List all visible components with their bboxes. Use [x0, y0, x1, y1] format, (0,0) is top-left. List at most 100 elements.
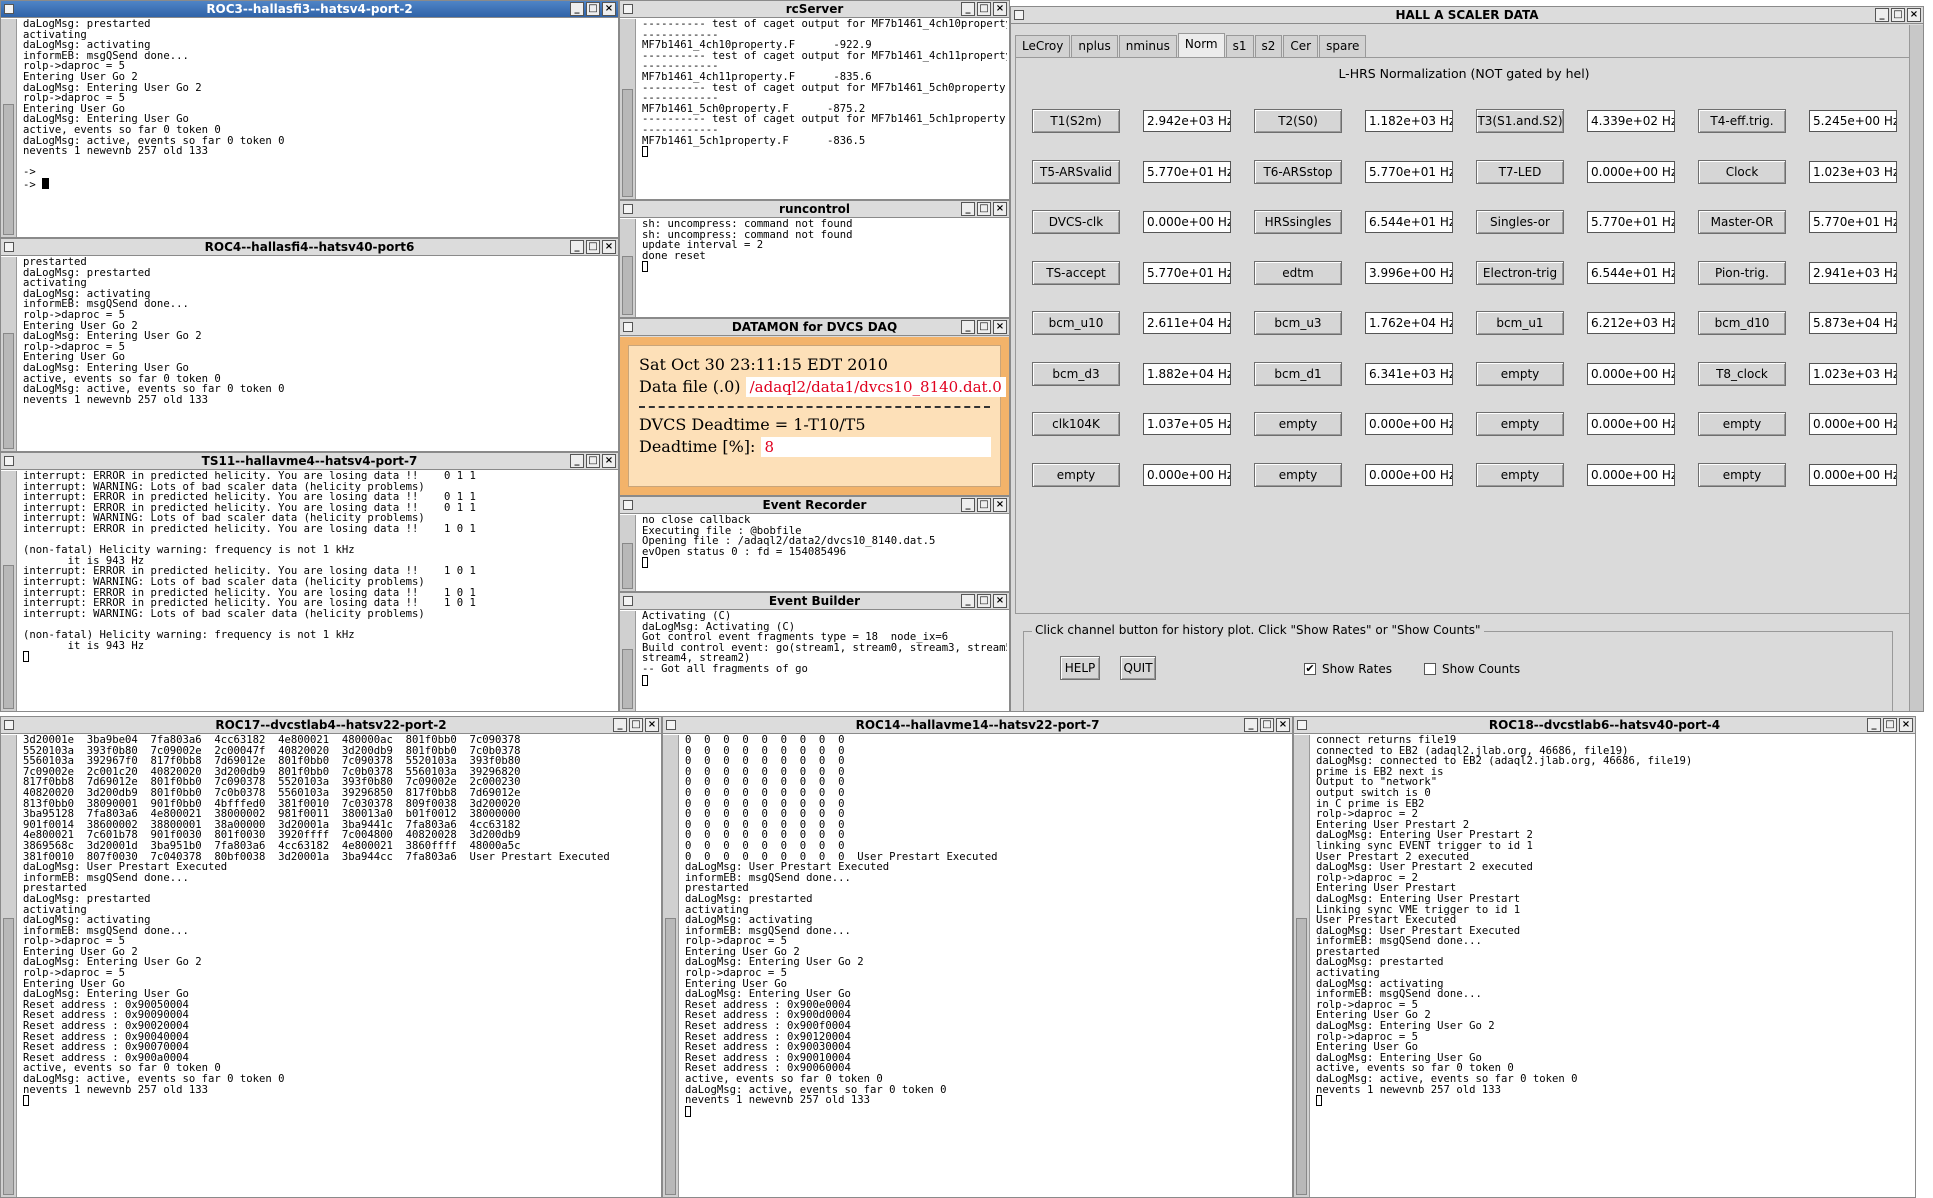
- minimize-icon[interactable]: _: [961, 594, 975, 608]
- rate-field[interactable]: 2.941e+03 Hz: [1809, 261, 1897, 284]
- channel-button[interactable]: HRSsingles: [1254, 210, 1342, 234]
- datamon-window[interactable]: DATAMON for DVCS DAQ _ □ × Sat Oct 30 23:11…: [619, 318, 1010, 496]
- rate-field[interactable]: 6.544e+01 Hz: [1587, 261, 1675, 284]
- terminal-output[interactable]: 3d20001e 3ba9be04 7fa803a6 4cc63182 4e80…: [23, 735, 659, 1197]
- event-builder-window[interactable]: Event Builder _ □ × Activating (C) daLogMsg:…: [619, 592, 1010, 712]
- rcserver-window[interactable]: rcServer _ □ × ---------- test of caget out…: [619, 0, 1010, 200]
- close-icon[interactable]: ×: [645, 718, 659, 732]
- maximize-icon[interactable]: □: [1891, 8, 1905, 22]
- window-menu-icon[interactable]: [666, 720, 676, 730]
- maximize-icon[interactable]: □: [977, 2, 991, 16]
- tab-spare[interactable]: spare: [1319, 35, 1367, 57]
- minimize-icon[interactable]: _: [570, 454, 584, 468]
- tab-s2[interactable]: s2: [1254, 35, 1283, 57]
- rate-field[interactable]: 6.212e+03 Hz: [1587, 312, 1675, 334]
- tab-nplus[interactable]: nplus: [1071, 35, 1118, 57]
- window-menu-icon[interactable]: [4, 456, 14, 466]
- maximize-icon[interactable]: □: [1260, 718, 1274, 732]
- channel-button[interactable]: empty: [1476, 412, 1564, 436]
- terminal-output[interactable]: daLogMsg: prestarted activating daLogMsg: …: [23, 19, 616, 237]
- rate-field[interactable]: 2.942e+03 Hz: [1143, 110, 1231, 132]
- minimize-icon[interactable]: _: [1867, 718, 1881, 732]
- rate-field[interactable]: 1.037e+05 Hz: [1143, 413, 1231, 435]
- roc17-window[interactable]: ROC17--dvcstlab4--hatsv22-port-2 _ □ × 3d20…: [0, 716, 662, 1198]
- close-icon[interactable]: ×: [993, 498, 1007, 512]
- channel-button[interactable]: T2(S0): [1254, 109, 1342, 133]
- scrollbar[interactable]: [1, 471, 17, 711]
- rate-field[interactable]: 0.000e+00 Hz: [1143, 211, 1231, 233]
- minimize-icon[interactable]: _: [961, 202, 975, 216]
- channel-button[interactable]: empty: [1476, 361, 1564, 386]
- channel-button[interactable]: T4-eff.trig.: [1698, 109, 1786, 133]
- scrollbar[interactable]: [1, 19, 17, 237]
- scrollbar[interactable]: [663, 735, 679, 1197]
- channel-button[interactable]: T6-ARSstop: [1254, 159, 1342, 184]
- channel-button[interactable]: T7-LED: [1476, 159, 1564, 184]
- terminal-output[interactable]: ---------- test of caget output for MF7b…: [642, 19, 1007, 199]
- scrollbar[interactable]: [1909, 25, 1923, 711]
- datamon-titlebar[interactable]: DATAMON for DVCS DAQ _ □ ×: [620, 319, 1009, 336]
- maximize-icon[interactable]: □: [586, 2, 600, 16]
- maximize-icon[interactable]: □: [977, 594, 991, 608]
- channel-button[interactable]: T3(S1.and.S2): [1476, 109, 1564, 133]
- show-rates-checkbox[interactable]: ✔ Show Rates: [1304, 662, 1392, 676]
- rate-field[interactable]: 1.182e+03 Hz: [1365, 110, 1453, 132]
- window-menu-icon[interactable]: [623, 4, 633, 14]
- channel-button[interactable]: TS-accept: [1032, 260, 1120, 285]
- channel-button[interactable]: empty: [1476, 462, 1564, 487]
- channel-button[interactable]: clk104K: [1032, 412, 1120, 436]
- rate-field[interactable]: 6.544e+01 Hz: [1365, 211, 1453, 233]
- rate-field[interactable]: 5.245e+00 Hz: [1809, 110, 1897, 132]
- scaler-titlebar[interactable]: HALL A SCALER DATA _ □ ×: [1011, 7, 1923, 24]
- close-icon[interactable]: ×: [993, 594, 1007, 608]
- maximize-icon[interactable]: □: [586, 454, 600, 468]
- window-menu-icon[interactable]: [4, 242, 14, 252]
- rate-field[interactable]: 5.770e+01 Hz: [1143, 160, 1231, 183]
- rate-field[interactable]: 1.023e+03 Hz: [1809, 160, 1897, 183]
- terminal-output[interactable]: connect returns file19 connected to EB2 (…: [1316, 735, 1913, 1197]
- window-menu-icon[interactable]: [623, 596, 633, 606]
- close-icon[interactable]: ×: [602, 240, 616, 254]
- roc4-titlebar[interactable]: ROC4--hallasfi4--hatsv40-port6 _ □ ×: [1, 239, 618, 256]
- scrollbar[interactable]: [620, 219, 636, 317]
- rate-field[interactable]: 1.882e+04 Hz: [1143, 362, 1231, 385]
- checkbox-icon[interactable]: ✔: [1304, 663, 1316, 675]
- rate-field[interactable]: 5.770e+01 Hz: [1143, 261, 1231, 284]
- channel-button[interactable]: empty: [1254, 462, 1342, 487]
- close-icon[interactable]: ×: [602, 2, 616, 16]
- rate-field[interactable]: 0.000e+00 Hz: [1365, 413, 1453, 435]
- close-icon[interactable]: ×: [1276, 718, 1290, 732]
- roc18-window[interactable]: ROC18--dvcstlab6--hatsv40-port-4 _ □ × conn…: [1293, 716, 1916, 1198]
- channel-button[interactable]: bcm_u3: [1254, 311, 1342, 335]
- ts11-titlebar[interactable]: TS11--hallavme4--hatsv4-port-7 _ □ ×: [1, 453, 618, 470]
- maximize-icon[interactable]: □: [977, 320, 991, 334]
- help-button[interactable]: HELP: [1060, 656, 1100, 680]
- tab-lecroy[interactable]: LeCroy: [1015, 35, 1071, 57]
- channel-button[interactable]: empty: [1698, 462, 1786, 487]
- window-menu-icon[interactable]: [623, 322, 633, 332]
- terminal-output[interactable]: Activating (C) daLogMsg: Activating (C) Go…: [642, 611, 1007, 711]
- channel-button[interactable]: empty: [1032, 462, 1120, 487]
- channel-button[interactable]: empty: [1698, 412, 1786, 436]
- channel-button[interactable]: T8_clock: [1698, 361, 1786, 386]
- channel-button[interactable]: bcm_u10: [1032, 311, 1120, 335]
- minimize-icon[interactable]: _: [961, 498, 975, 512]
- roc18-titlebar[interactable]: ROC18--dvcstlab6--hatsv40-port-4 _ □ ×: [1294, 717, 1915, 734]
- ts11-window[interactable]: TS11--hallavme4--hatsv4-port-7 _ □ × interr…: [0, 452, 619, 712]
- minimize-icon[interactable]: _: [961, 320, 975, 334]
- minimize-icon[interactable]: _: [1875, 8, 1889, 22]
- channel-button[interactable]: Pion-trig.: [1698, 260, 1786, 285]
- scrollbar[interactable]: [1, 735, 17, 1197]
- rate-field[interactable]: 6.341e+03 Hz: [1365, 362, 1453, 385]
- checkbox-icon[interactable]: [1424, 663, 1436, 675]
- roc3-window[interactable]: ROC3--hallasfi3--hatsv4-port-2 _ □ × daLogM…: [0, 0, 619, 238]
- tab-nminus[interactable]: nminus: [1118, 35, 1177, 57]
- roc17-titlebar[interactable]: ROC17--dvcstlab4--hatsv22-port-2 _ □ ×: [1, 717, 661, 734]
- rate-field[interactable]: 0.000e+00 Hz: [1587, 362, 1675, 385]
- window-menu-icon[interactable]: [4, 720, 14, 730]
- rate-field[interactable]: 5.873e+04 Hz: [1809, 312, 1897, 334]
- rate-field[interactable]: 1.023e+03 Hz: [1809, 362, 1897, 385]
- terminal-output[interactable]: no close callback Executing file : @bobfi…: [642, 515, 1007, 591]
- runcontrol-window[interactable]: runcontrol _ □ × sh: uncompress: command no…: [619, 200, 1010, 318]
- maximize-icon[interactable]: □: [977, 498, 991, 512]
